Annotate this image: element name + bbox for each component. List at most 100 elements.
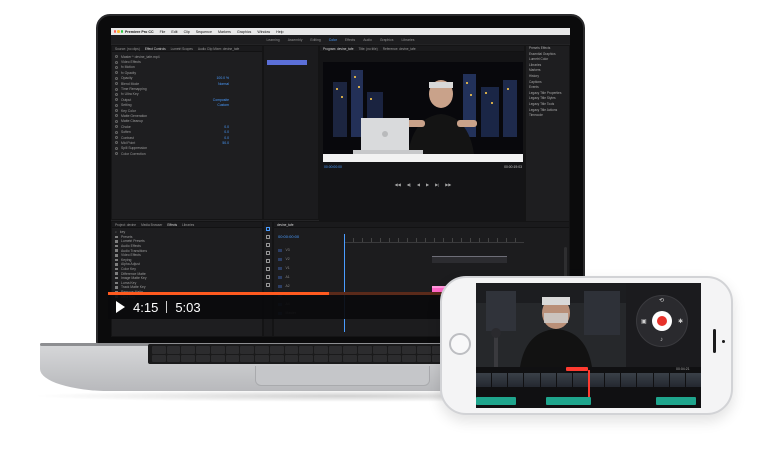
stopwatch-icon[interactable] [115, 119, 118, 123]
stopwatch-icon[interactable] [115, 98, 118, 102]
track-target-icon[interactable] [278, 275, 282, 280]
selection-tool-icon[interactable] [266, 227, 270, 231]
layers-icon[interactable]: ▣ [641, 318, 647, 325]
effects-icon[interactable]: ✱ [678, 318, 683, 325]
app-name[interactable]: Premiere Pro CC [125, 30, 154, 34]
track-header[interactable]: V1 [278, 266, 340, 271]
stopwatch-icon[interactable] [115, 87, 118, 91]
track-target-icon[interactable] [278, 266, 282, 271]
phone-audio-clip[interactable] [476, 397, 516, 405]
workspace-graphics[interactable]: Graphics [380, 38, 394, 42]
program-timecode[interactable]: 00:00:00:00 [324, 165, 342, 171]
menu-edit[interactable]: Edit [171, 30, 177, 34]
stopwatch-icon[interactable] [115, 152, 118, 156]
workspace-audio[interactable]: Audio [363, 38, 372, 42]
workspace-editing[interactable]: Editing [310, 38, 320, 42]
menu-window[interactable]: Window [257, 30, 270, 34]
play-icon[interactable]: ▶ [426, 182, 429, 187]
menu-markers[interactable]: Markers [218, 30, 231, 34]
play-button[interactable] [116, 301, 125, 313]
tab-audio-clip-mixer[interactable]: Audio Clip Mixer: devine_tafe [198, 47, 239, 51]
tab-lumetri-scopes[interactable]: Lumetri Scopes [171, 47, 193, 51]
phone-home-button[interactable] [449, 333, 471, 355]
workspace-effects[interactable]: Effects [345, 38, 355, 42]
effect-control-value[interactable]: 0.0 [224, 125, 229, 129]
tab-libraries[interactable]: Libraries [182, 223, 194, 227]
mic-icon[interactable]: ♪ [660, 337, 663, 343]
tab-media-browser[interactable]: Media Browser [141, 223, 162, 227]
step-forward-icon[interactable]: ▶| [435, 182, 439, 187]
stopwatch-icon[interactable] [115, 130, 118, 134]
fast-forward-icon[interactable]: ▶▶ [445, 182, 451, 187]
effect-control-value[interactable]: 50.0 [222, 141, 229, 145]
stopwatch-icon[interactable] [115, 125, 118, 129]
tab-project[interactable]: Project: devine [115, 223, 136, 227]
effect-control-value[interactable]: Composite [213, 98, 229, 102]
record-button[interactable] [652, 311, 672, 331]
tab-source[interactable]: Source: (no clips) [115, 47, 140, 51]
window-controls[interactable] [114, 30, 123, 33]
menu-graphics[interactable]: Graphics [237, 30, 251, 34]
camera-switch-icon[interactable]: ⟲ [659, 297, 664, 304]
track-header[interactable]: V2 [278, 257, 340, 262]
menu-sequence[interactable]: Sequence [196, 30, 212, 34]
stopwatch-icon[interactable] [115, 109, 118, 113]
effect-control-value[interactable]: 0.0 [224, 130, 229, 134]
stopwatch-icon[interactable] [115, 136, 118, 140]
slip-tool-icon[interactable] [266, 259, 270, 263]
track-target-icon[interactable] [278, 248, 282, 253]
workspace-libraries[interactable]: Libraries [401, 38, 414, 42]
workspace-color[interactable]: Color [329, 38, 337, 42]
menu-file[interactable]: File [160, 30, 166, 34]
track-header[interactable]: A2 [278, 284, 340, 289]
stopwatch-icon[interactable] [115, 60, 118, 64]
tab-reference[interactable]: Reference: devine_tafe [383, 47, 416, 51]
workspace-learning[interactable]: Learning [267, 38, 280, 42]
rewind-icon[interactable]: ◀◀ [395, 182, 401, 187]
tab-title[interactable]: Title: (no title) [358, 47, 377, 51]
stopwatch-icon[interactable] [115, 114, 118, 118]
stopwatch-icon[interactable] [115, 146, 118, 150]
hand-tool-icon[interactable] [266, 275, 270, 279]
step-back-icon[interactable]: ◀| [407, 182, 411, 187]
phone-playhead[interactable] [588, 370, 590, 400]
phone-audio-clip[interactable] [656, 397, 696, 405]
razor-tool-icon[interactable] [266, 251, 270, 255]
effect-control-value[interactable]: Custom [217, 103, 229, 107]
effect-control-row[interactable]: Color Correction [115, 151, 259, 156]
stopwatch-icon[interactable] [115, 65, 118, 69]
menu-clip[interactable]: Clip [184, 30, 190, 34]
ripple-edit-tool-icon[interactable] [266, 243, 270, 247]
effect-control-value[interactable]: 100.0 % [217, 76, 229, 80]
track-header[interactable]: V3 [278, 248, 340, 253]
effect-control-value[interactable]: 0.0 [224, 136, 229, 140]
timeline-timecode[interactable]: 00:00:00:00 [278, 234, 299, 239]
frame-back-icon[interactable]: ◀ [417, 182, 420, 187]
video-clip[interactable] [432, 256, 507, 263]
timeline-ruler[interactable] [344, 238, 524, 243]
menu-help[interactable]: Help [276, 30, 283, 34]
workspace-assembly[interactable]: Assembly [288, 38, 303, 42]
ec-clip-bar[interactable] [267, 60, 307, 65]
panel-list-item[interactable]: Timecode [526, 113, 569, 119]
stopwatch-icon[interactable] [115, 71, 118, 75]
stopwatch-icon[interactable] [115, 55, 118, 59]
tab-sequence[interactable]: devine_tafe [277, 223, 293, 227]
stopwatch-icon[interactable] [115, 141, 118, 145]
stopwatch-icon[interactable] [115, 103, 118, 107]
type-tool-icon[interactable] [266, 283, 270, 287]
stopwatch-icon[interactable] [115, 76, 118, 80]
effect-control-value[interactable]: Normal [218, 82, 229, 86]
stopwatch-icon[interactable] [115, 92, 118, 96]
effects-search-input[interactable]: key [120, 230, 125, 234]
tab-program[interactable]: Program: devine_tafe [323, 47, 353, 51]
track-select-tool-icon[interactable] [266, 235, 270, 239]
phone-audio-clip[interactable] [546, 397, 591, 405]
stopwatch-icon[interactable] [115, 82, 118, 86]
track-header[interactable]: A1 [278, 275, 340, 280]
tab-effect-controls[interactable]: Effect Controls [145, 47, 166, 51]
track-target-icon[interactable] [278, 257, 282, 262]
track-target-icon[interactable] [278, 284, 282, 289]
tab-effects[interactable]: Effects [167, 223, 177, 227]
pen-tool-icon[interactable] [266, 267, 270, 271]
